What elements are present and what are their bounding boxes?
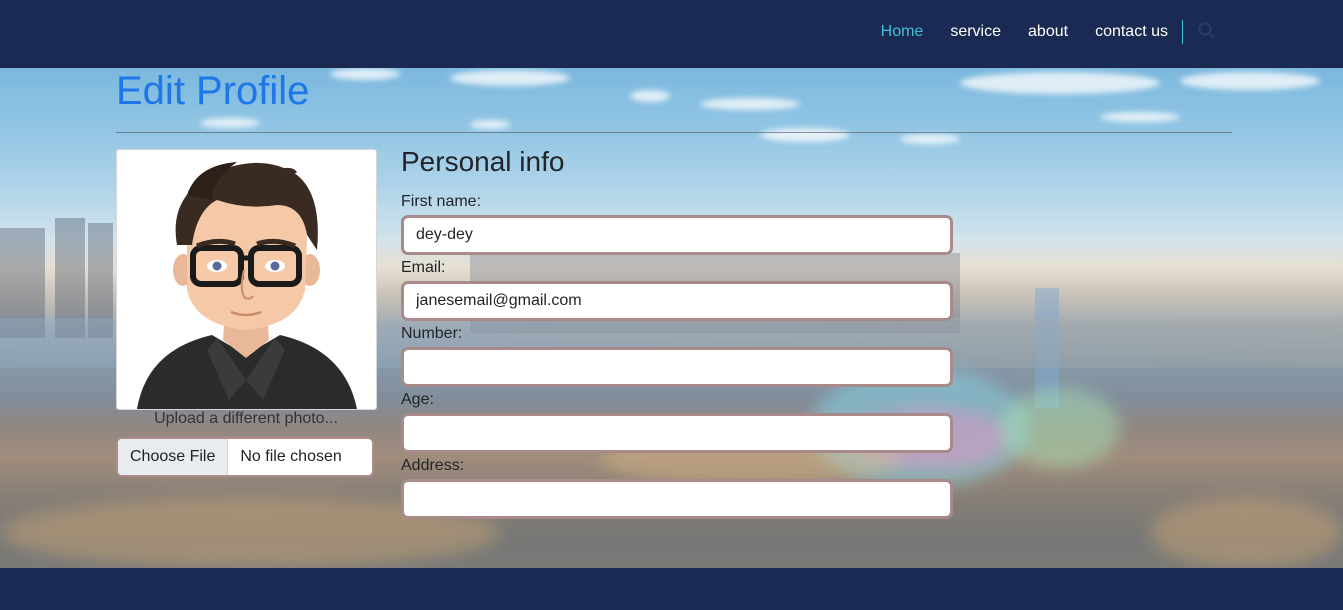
- email-field[interactable]: [401, 281, 953, 321]
- number-field[interactable]: [401, 347, 953, 387]
- file-status-text: No file chosen: [240, 448, 342, 465]
- nav-link-contact-us[interactable]: contact us: [1095, 23, 1168, 41]
- number-label: Number:: [401, 325, 463, 342]
- address-label: Address:: [401, 457, 465, 474]
- section-title: Personal info: [401, 146, 565, 177]
- age-field[interactable]: [401, 413, 953, 453]
- avatar-illustration-icon: [137, 162, 357, 409]
- nav-link-about[interactable]: about: [1028, 23, 1068, 41]
- page-title: Edit Profile: [116, 69, 310, 113]
- email-label: Email:: [401, 259, 446, 276]
- nav-link-service[interactable]: service: [950, 23, 1001, 41]
- address-field[interactable]: [401, 479, 953, 519]
- first-name-field[interactable]: [401, 215, 953, 255]
- nav-link-home[interactable]: Home: [881, 23, 924, 41]
- avatar: [116, 149, 377, 410]
- footer: [0, 568, 1343, 610]
- title-divider: [116, 132, 1232, 133]
- file-upload-input[interactable]: Choose File No file chosen: [116, 437, 374, 477]
- age-label: Age:: [401, 391, 434, 408]
- top-navbar: Home service about contact us: [0, 0, 1343, 68]
- nav-links: Home service about contact us: [881, 0, 1343, 64]
- first-name-label: First name:: [401, 193, 482, 210]
- search-icon[interactable]: [1197, 21, 1217, 41]
- upload-caption: Upload a different photo...: [154, 410, 338, 427]
- nav-divider: [1182, 20, 1183, 44]
- choose-file-button[interactable]: Choose File: [118, 439, 229, 475]
